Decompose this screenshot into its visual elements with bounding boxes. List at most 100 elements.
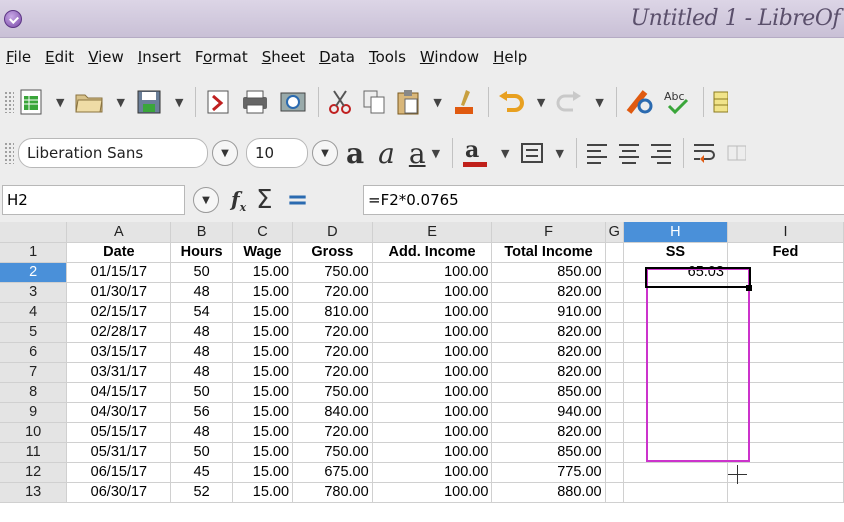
font-color-dropdown-icon[interactable]: ▼ — [501, 147, 509, 160]
row-header[interactable]: 7 — [0, 362, 68, 383]
add-income-cell[interactable]: 100.00 — [372, 382, 493, 403]
redo-dropdown-icon[interactable]: ▼ — [595, 96, 603, 109]
row-header[interactable]: 2 — [0, 262, 68, 283]
new-document-icon[interactable] — [18, 85, 44, 119]
date-cell[interactable]: 03/31/17 — [66, 362, 172, 383]
column-header-b[interactable]: B — [170, 222, 233, 243]
row-header[interactable]: 5 — [0, 322, 68, 343]
cut-icon[interactable] — [327, 85, 353, 119]
total-income-cell[interactable]: 820.00 — [491, 282, 606, 303]
undo-icon[interactable] — [497, 85, 525, 119]
add-income-cell[interactable]: 100.00 — [372, 462, 493, 483]
fed-cell[interactable] — [727, 362, 844, 383]
gross-cell[interactable]: 720.00 — [292, 322, 373, 343]
font-name-box[interactable]: Liberation Sans — [18, 138, 208, 168]
hours-cell[interactable]: 50 — [170, 442, 233, 463]
row-header[interactable]: 13 — [0, 482, 68, 503]
row-header[interactable]: 4 — [0, 302, 68, 323]
total-income-cell[interactable]: 850.00 — [491, 442, 606, 463]
column-header-i[interactable]: I — [727, 222, 844, 243]
row-icon[interactable] — [712, 85, 728, 119]
total-income-cell[interactable]: 820.00 — [491, 362, 606, 383]
ss-cell[interactable] — [623, 302, 728, 323]
row-header[interactable]: 10 — [0, 422, 68, 443]
column-header-h[interactable]: H — [623, 222, 728, 243]
ss-cell[interactable] — [623, 322, 728, 343]
function-wizard-icon[interactable]: fx — [231, 187, 246, 214]
ss-cell[interactable]: 65.03 — [623, 262, 728, 283]
wrap-text-icon[interactable] — [692, 136, 718, 170]
date-cell[interactable]: 02/28/17 — [66, 322, 172, 343]
wage-cell[interactable]: 15.00 — [232, 302, 294, 323]
hours-cell[interactable]: 48 — [170, 322, 233, 343]
header-cell[interactable]: Date — [66, 242, 172, 263]
empty-cell[interactable] — [605, 262, 624, 283]
empty-cell[interactable] — [605, 382, 624, 403]
date-cell[interactable]: 05/15/17 — [66, 422, 172, 443]
total-income-cell[interactable]: 820.00 — [491, 322, 606, 343]
ss-cell[interactable] — [623, 402, 728, 423]
header-cell[interactable]: Wage — [232, 242, 294, 263]
fed-cell[interactable] — [727, 302, 844, 323]
hours-cell[interactable]: 52 — [170, 482, 233, 503]
fed-cell[interactable] — [727, 402, 844, 423]
formula-input[interactable]: =F2*0.0765 — [363, 185, 844, 215]
wage-cell[interactable]: 15.00 — [232, 322, 294, 343]
paste-icon[interactable] — [395, 85, 421, 119]
total-income-cell[interactable]: 820.00 — [491, 342, 606, 363]
save-icon[interactable] — [135, 85, 163, 119]
wage-cell[interactable]: 15.00 — [232, 362, 294, 383]
menu-format[interactable]: Format — [195, 48, 248, 66]
font-size-box[interactable]: 10 — [246, 138, 308, 168]
empty-cell[interactable] — [605, 482, 624, 503]
menu-window[interactable]: Window — [420, 48, 479, 66]
name-box[interactable]: H2 — [2, 185, 185, 215]
column-header-f[interactable]: F — [491, 222, 606, 243]
total-income-cell[interactable]: 775.00 — [491, 462, 606, 483]
paste-dropdown-icon[interactable]: ▼ — [433, 96, 441, 109]
row-header[interactable]: 3 — [0, 282, 68, 303]
date-cell[interactable]: 06/15/17 — [66, 462, 172, 483]
formula-equals-icon[interactable]: = — [287, 185, 309, 215]
wage-cell[interactable]: 15.00 — [232, 262, 294, 283]
ss-cell[interactable] — [623, 382, 728, 403]
font-color-icon[interactable]: a — [461, 136, 489, 170]
add-income-cell[interactable]: 100.00 — [372, 342, 493, 363]
add-income-cell[interactable]: 100.00 — [372, 402, 493, 423]
wage-cell[interactable]: 15.00 — [232, 342, 294, 363]
fed-cell[interactable] — [727, 382, 844, 403]
add-income-cell[interactable]: 100.00 — [372, 482, 493, 503]
date-cell[interactable]: 01/15/17 — [66, 262, 172, 283]
save-dropdown-icon[interactable]: ▼ — [175, 96, 183, 109]
total-income-cell[interactable]: 880.00 — [491, 482, 606, 503]
column-header-g[interactable]: G — [605, 222, 624, 243]
find-replace-icon[interactable] — [625, 85, 655, 119]
ss-cell[interactable] — [623, 482, 728, 503]
align-center-icon[interactable] — [617, 136, 641, 170]
header-cell[interactable]: Hours — [170, 242, 233, 263]
menu-sheet[interactable]: Sheet — [262, 48, 305, 66]
hours-cell[interactable]: 54 — [170, 302, 233, 323]
column-header-a[interactable]: A — [66, 222, 172, 243]
toolbar-grip[interactable] — [4, 91, 14, 113]
wage-cell[interactable]: 15.00 — [232, 282, 294, 303]
total-income-cell[interactable]: 910.00 — [491, 302, 606, 323]
menu-help[interactable]: Help — [493, 48, 527, 66]
row-header[interactable]: 8 — [0, 382, 68, 403]
header-cell[interactable]: SS — [623, 242, 728, 263]
total-income-cell[interactable]: 940.00 — [491, 402, 606, 423]
hours-cell[interactable]: 48 — [170, 342, 233, 363]
row-header[interactable]: 9 — [0, 402, 68, 423]
header-cell[interactable]: Gross — [292, 242, 373, 263]
empty-cell[interactable] — [605, 302, 624, 323]
align-box-icon[interactable] — [520, 136, 544, 170]
ss-cell[interactable] — [623, 442, 728, 463]
fed-cell[interactable] — [727, 442, 844, 463]
ss-cell[interactable] — [623, 422, 728, 443]
empty-cell[interactable] — [605, 342, 624, 363]
font-name-dropdown-icon[interactable]: ▼ — [212, 140, 238, 166]
header-cell[interactable]: Add. Income — [372, 242, 493, 263]
gross-cell[interactable]: 675.00 — [292, 462, 373, 483]
total-income-cell[interactable]: 850.00 — [491, 382, 606, 403]
app-menu-icon[interactable] — [4, 10, 22, 28]
